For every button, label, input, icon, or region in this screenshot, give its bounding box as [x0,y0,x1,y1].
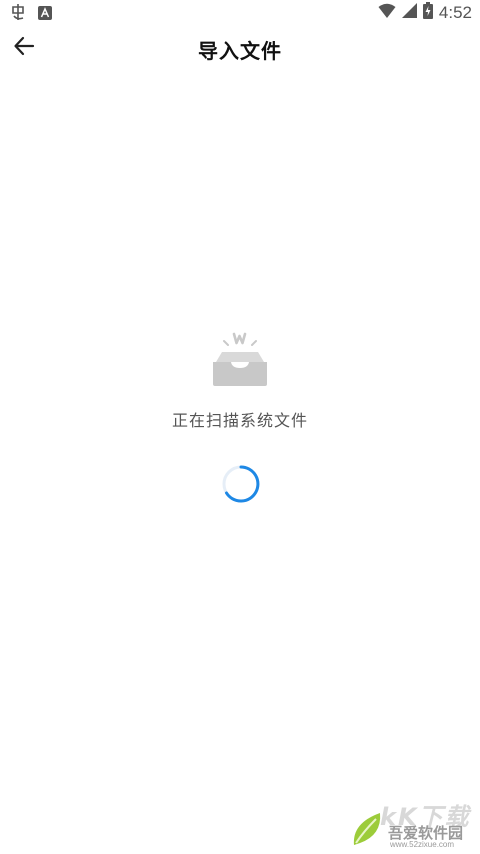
battery-charging-icon [422,2,433,23]
app-bar: 导入文件 [0,26,480,72]
screen: 4:52 导入文件 正在扫描系统文件 kK下载 吾爱软件园 www.52zixu… [0,0,480,854]
inbox-tray-icon [210,330,270,390]
status-bar-right: 4:52 [378,2,472,23]
watermark-text-url: www.52zixue.com [390,840,455,849]
cell-signal-icon [401,3,417,22]
loading-spinner [221,464,261,504]
notification-a-icon [38,5,52,24]
watermark: kK下载 吾爱软件园 www.52zixue.com [350,795,480,854]
status-time: 4:52 [438,2,472,22]
notification-app-icon [10,3,28,25]
page-title: 导入文件 [198,39,282,63]
wifi-icon [378,3,396,23]
status-bar: 4:52 [0,0,480,26]
status-bar-left [10,3,52,25]
scan-status-text: 正在扫描系统文件 [171,411,308,430]
